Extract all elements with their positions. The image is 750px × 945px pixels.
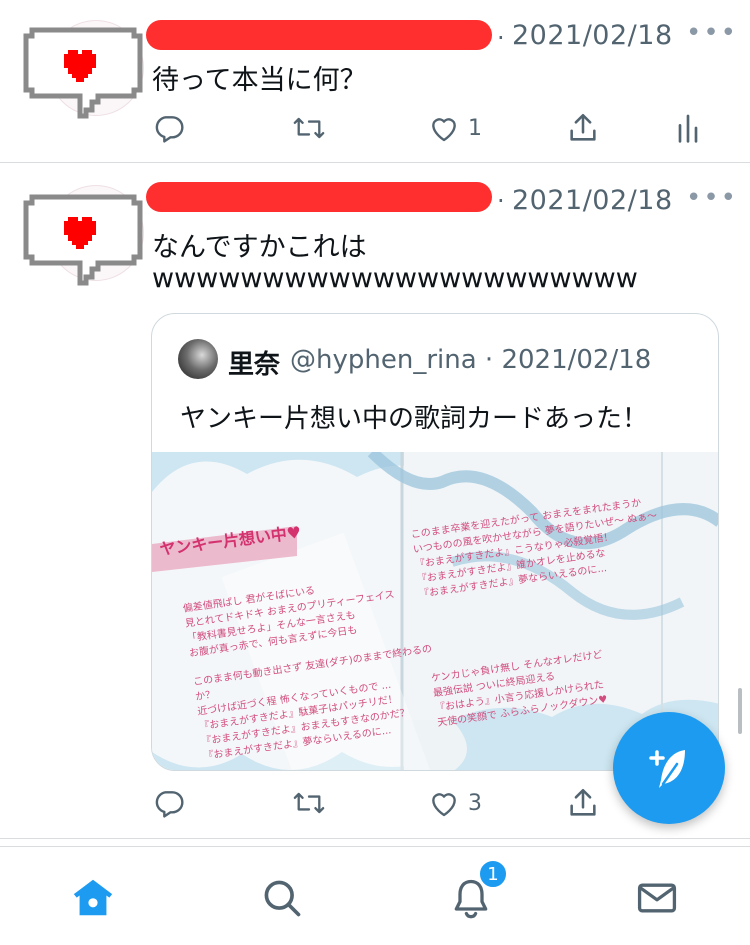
like-count: 3 bbox=[468, 790, 482, 816]
analytics-button[interactable] bbox=[676, 103, 700, 153]
messages-icon bbox=[637, 883, 677, 913]
notification-badge: 1 bbox=[478, 859, 508, 889]
quoted-date[interactable]: 2021/02/18 bbox=[501, 345, 651, 375]
heart-icon bbox=[432, 793, 456, 817]
home-icon bbox=[73, 879, 113, 916]
search-icon bbox=[264, 880, 301, 917]
quoted-handle-date: @hyphen_rina · 2021/02/18 bbox=[290, 345, 651, 375]
quoted-name[interactable]: 里奈 bbox=[228, 344, 280, 381]
tweet-1[interactable]: · 2021/02/18 ••• 待って本当に何？ 1 bbox=[0, 0, 750, 162]
reply-icon bbox=[155, 116, 184, 143]
analytics-icon bbox=[678, 114, 698, 143]
quoted-handle[interactable]: @hyphen_rina bbox=[290, 345, 477, 375]
lyrics-right-column: このまま卒業を迎えたがって おまえをまれたまうか いつものの風を吹かせながら 夢… bbox=[410, 486, 718, 731]
scrollbar[interactable] bbox=[738, 688, 742, 734]
redacted-username bbox=[146, 182, 492, 212]
quoted-tweet[interactable]: 里奈 @hyphen_rina · 2021/02/18 ヤンキー片想い中の歌詞… bbox=[151, 313, 719, 771]
separator-dot: · bbox=[497, 187, 505, 215]
lyrics-left-column: 偏差値飛ばし 君がそばにいる 見とれてドキドキ おまえのプリティーフェイス 「教… bbox=[182, 567, 452, 764]
tweet-text-line-2: wwwwwwwwwwwwwwwwwwwwww bbox=[152, 263, 638, 294]
heart-speech-bubble-icon bbox=[23, 194, 143, 286]
tweet-text-line-1: なんですかこれは bbox=[152, 232, 367, 263]
share-icon bbox=[570, 113, 596, 141]
like-button[interactable]: 1 bbox=[428, 103, 482, 153]
more-options-icon[interactable]: ••• bbox=[686, 183, 738, 213]
retweet-icon bbox=[293, 117, 325, 139]
compose-feather-icon bbox=[649, 750, 685, 788]
tab-search[interactable] bbox=[257, 873, 307, 923]
retweet-button[interactable] bbox=[291, 778, 335, 828]
share-button[interactable] bbox=[566, 778, 600, 828]
tweet-date[interactable]: 2021/02/18 bbox=[512, 20, 673, 51]
tab-home[interactable] bbox=[68, 873, 118, 923]
tweet-date[interactable]: 2021/02/18 bbox=[512, 185, 673, 216]
bottom-tab-bar: 1 bbox=[0, 846, 750, 945]
tweet-text: 待って本当に何？ bbox=[152, 65, 367, 96]
share-icon bbox=[570, 788, 596, 816]
retweet-icon bbox=[293, 792, 325, 814]
quoted-avatar[interactable] bbox=[178, 339, 218, 379]
reply-button[interactable] bbox=[153, 103, 193, 153]
like-count: 1 bbox=[468, 115, 482, 141]
retweet-button[interactable] bbox=[291, 103, 335, 153]
like-button[interactable]: 3 bbox=[428, 778, 482, 828]
reply-icon bbox=[155, 791, 184, 818]
separator-dot: · bbox=[497, 24, 505, 52]
compose-tweet-button[interactable] bbox=[613, 712, 725, 824]
more-options-icon[interactable]: ••• bbox=[686, 18, 738, 48]
redacted-username bbox=[146, 20, 492, 50]
tab-messages[interactable] bbox=[632, 873, 682, 923]
share-button[interactable] bbox=[566, 103, 600, 153]
heart-icon bbox=[432, 118, 456, 142]
reply-button[interactable] bbox=[153, 778, 193, 828]
tweet-actions: 1 bbox=[0, 103, 750, 153]
quoted-text: ヤンキー片想い中の歌詞カードあった！ bbox=[180, 404, 649, 434]
divider bbox=[0, 838, 750, 839]
avatar[interactable] bbox=[22, 185, 144, 286]
separator-dot: · bbox=[476, 345, 502, 375]
